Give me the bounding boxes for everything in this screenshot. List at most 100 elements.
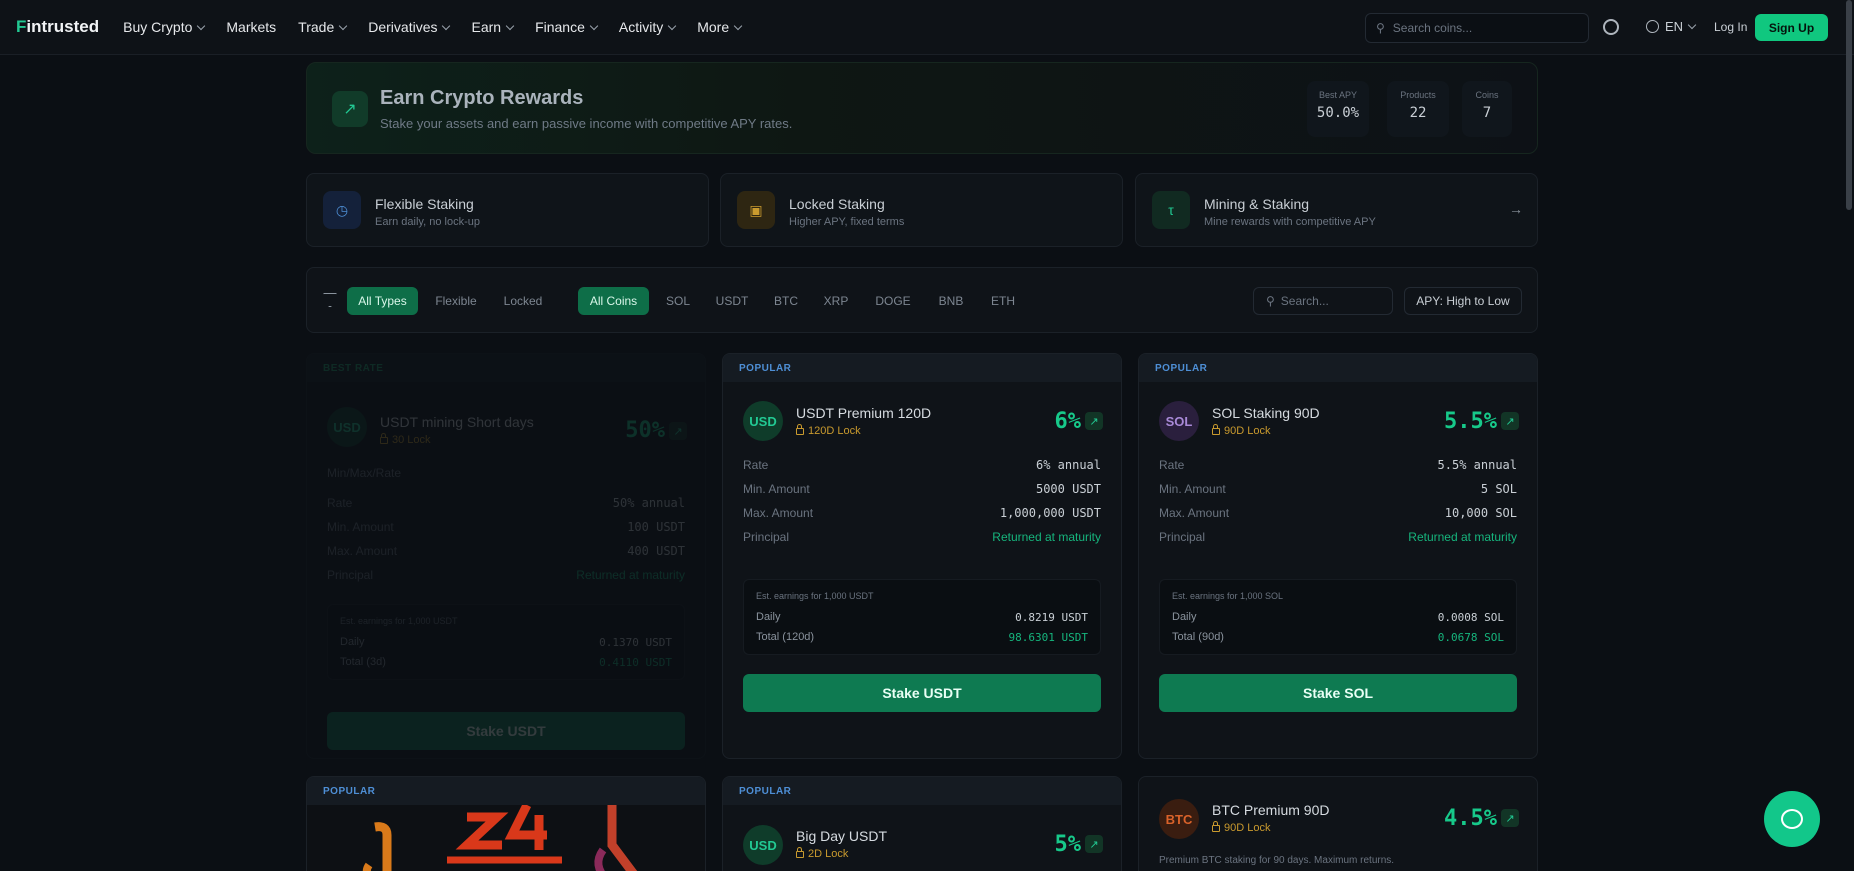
top-nav: Fintrusted Buy Crypto Markets Trade Deri… — [0, 0, 1854, 55]
search-icon: ⚲ — [1376, 21, 1385, 35]
mining-staking-card[interactable]: τ Mining & Staking Mine rewards with com… — [1135, 173, 1538, 247]
filter-coin-btc[interactable]: BTC — [765, 287, 807, 315]
earnings-estimate: Est. earnings for 1,000 SOL Daily 0.0008 … — [1159, 579, 1517, 655]
product-card: BEST RATE USD USDT mining Short days 30 … — [306, 353, 706, 759]
flexible-staking-card[interactable]: ◷ Flexible Staking Earn daily, no lock-u… — [306, 173, 709, 247]
filter-all-types[interactable]: All Types — [347, 287, 418, 315]
lock-icon — [1212, 423, 1220, 435]
promo-image — [307, 802, 705, 871]
product-description: Premium BTC staking for 90 days. Maximum… — [1159, 855, 1395, 866]
search-icon: ⚲ — [1266, 294, 1275, 308]
filter-coin-eth[interactable]: ETH — [981, 287, 1025, 315]
stat-coins: Coins 7 — [1462, 81, 1512, 137]
nav-item-activity[interactable]: Activity — [619, 19, 677, 35]
nav-menu: Buy Crypto Markets Trade Derivatives Ear… — [123, 19, 743, 35]
arrow-right-icon[interactable]: → — [1509, 201, 1523, 217]
trending-up-icon: ↗ — [669, 422, 687, 440]
filter-icon — [323, 293, 337, 307]
sort-select[interactable]: APY: High to Low — [1404, 287, 1522, 315]
filter-coin-doge[interactable]: DOGE — [865, 287, 921, 315]
stake-button[interactable]: Stake USDT — [743, 674, 1101, 712]
coin-avatar: BTC — [1159, 799, 1199, 839]
lock-icon: ▣ — [737, 191, 775, 229]
stat-best-apy: Best APY 50.0% — [1307, 81, 1369, 137]
product-apy: 6% — [1054, 409, 1082, 434]
coin-avatar: USD — [327, 407, 367, 447]
filter-all-coins[interactable]: All Coins — [578, 287, 649, 315]
lock-icon — [1212, 820, 1220, 832]
chat-bubble-icon — [1781, 809, 1803, 829]
product-apy: 50% — [625, 418, 665, 443]
signup-button[interactable]: Sign Up — [1755, 14, 1828, 41]
product-apy: 5.5% — [1444, 409, 1497, 434]
page-title: Earn Crypto Rewards — [380, 87, 584, 109]
nav-item-finance[interactable]: Finance — [535, 19, 599, 35]
chevron-down-icon — [197, 21, 206, 30]
stake-button[interactable]: Stake USDT — [327, 712, 685, 750]
coin-avatar: SOL — [1159, 401, 1199, 441]
lock-icon — [380, 432, 388, 444]
product-card: BTC BTC Premium 90D 90D Lock 4.5% ↗ Prem… — [1138, 776, 1538, 871]
nav-item-markets[interactable]: Markets — [226, 19, 276, 35]
lock-icon — [796, 846, 804, 858]
product-name: Big Day USDT — [796, 828, 888, 844]
card-badge: POPULAR — [723, 354, 1121, 382]
nav-item-buy-crypto[interactable]: Buy Crypto — [123, 19, 206, 35]
stake-button[interactable]: Stake SOL — [1159, 674, 1517, 712]
product-card: POPULAR USD Big Day USDT 2D Lock 5% ↗ — [722, 776, 1122, 871]
product-name: USDT mining Short days — [380, 414, 534, 430]
nav-item-trade[interactable]: Trade — [298, 19, 348, 35]
earn-hero-banner: ↗ Earn Crypto Rewards Stake your assets … — [306, 62, 1538, 154]
card-badge: POPULAR — [1139, 354, 1537, 382]
chevron-down-icon — [338, 21, 348, 30]
card-badge: BEST RATE — [307, 354, 705, 382]
trending-up-icon: ↗ — [1501, 412, 1519, 430]
nav-item-earn[interactable]: Earn — [471, 19, 515, 35]
filter-coin-sol[interactable]: SOL — [657, 287, 699, 315]
earnings-estimate: Est. earnings for 1,000 USDT Daily 0.1370… — [327, 604, 685, 680]
filter-flexible[interactable]: Flexible — [426, 287, 486, 315]
theme-toggle-icon[interactable] — [1603, 19, 1619, 35]
product-search-input[interactable]: ⚲ Search... — [1253, 287, 1393, 315]
trending-up-icon: ↗ — [1085, 835, 1103, 853]
lock-icon — [796, 423, 804, 435]
trending-up-icon: ↗ — [1085, 412, 1103, 430]
nav-item-more[interactable]: More — [697, 19, 743, 35]
login-link[interactable]: Log In — [1714, 20, 1747, 34]
stat-products: Products 22 — [1387, 81, 1449, 137]
product-name: USDT Premium 120D — [796, 405, 932, 421]
filter-bar: All Types Flexible Locked All Coins SOL … — [306, 267, 1538, 333]
earnings-estimate: Est. earnings for 1,000 USDT Daily 0.8219… — [743, 579, 1101, 655]
coin-search-input[interactable]: ⚲ Search coins... — [1365, 13, 1589, 43]
language-selector[interactable]: EN — [1646, 19, 1697, 34]
filter-locked[interactable]: Locked — [494, 287, 552, 315]
chevron-down-icon — [589, 21, 599, 30]
brand-logo[interactable]: Fintrusted — [16, 17, 99, 37]
card-badge: POPULAR — [307, 777, 705, 805]
pickaxe-icon: τ — [1152, 191, 1190, 229]
filter-coin-bnb[interactable]: BNB — [929, 287, 973, 315]
product-apy: 4.5% — [1444, 806, 1497, 831]
chevron-down-icon — [442, 21, 451, 30]
product-name: SOL Staking 90D — [1212, 405, 1320, 421]
page-subtitle: Stake your assets and earn passive incom… — [380, 116, 793, 131]
product-card: POPULAR SOL SOL Staking 90D 90D Lock 5.5… — [1138, 353, 1538, 759]
filter-coin-usdt[interactable]: USDT — [707, 287, 757, 315]
product-name: BTC Premium 90D — [1212, 802, 1330, 818]
page-scrollbar[interactable] — [1846, 0, 1852, 210]
chevron-down-icon — [505, 21, 515, 30]
locked-staking-card[interactable]: ▣ Locked Staking Higher APY, fixed terms — [720, 173, 1123, 247]
clock-icon: ◷ — [323, 191, 361, 229]
filter-coin-xrp[interactable]: XRP — [815, 287, 857, 315]
chevron-down-icon — [1687, 20, 1697, 30]
card-badge: POPULAR — [723, 777, 1121, 805]
chevron-down-icon — [667, 21, 677, 30]
coin-avatar: USD — [743, 825, 783, 865]
chat-support-button[interactable] — [1764, 791, 1820, 847]
nav-item-derivatives[interactable]: Derivatives — [368, 19, 451, 35]
product-card: POPULAR — [306, 776, 706, 871]
product-card: POPULAR USD USDT Premium 120D 120D Lock … — [722, 353, 1122, 759]
globe-icon — [1646, 20, 1659, 33]
trending-up-icon: ↗ — [332, 91, 368, 127]
trending-up-icon: ↗ — [1501, 809, 1519, 827]
